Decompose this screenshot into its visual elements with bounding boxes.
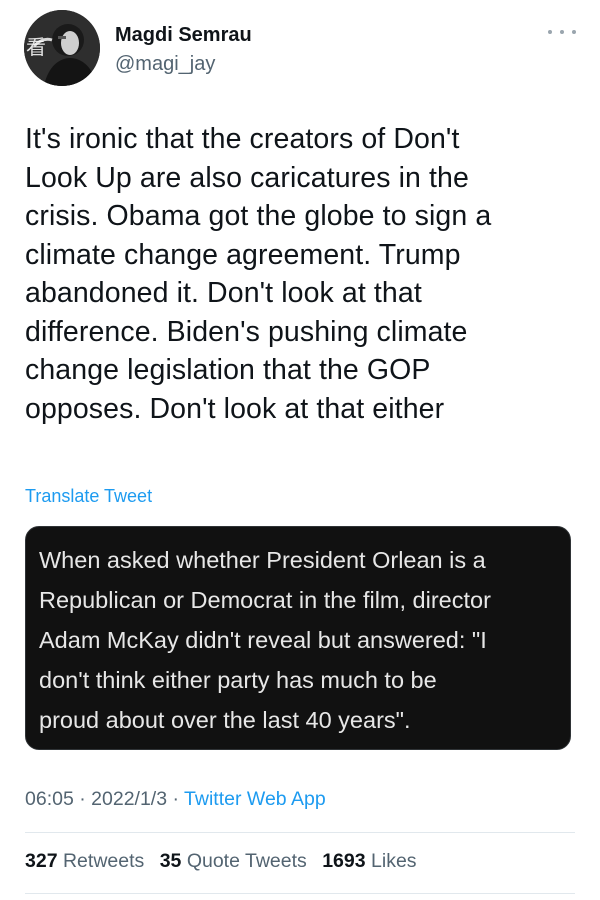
translate-tweet-link[interactable]: Translate Tweet xyxy=(25,486,152,507)
attached-image[interactable]: When asked whether President Orlean is a… xyxy=(25,526,571,750)
likes-label: Likes xyxy=(371,850,417,872)
tweet-text-line: crisis. Obama got the globe to sign a xyxy=(25,200,492,232)
tweet-text-line: Look Up are also caricatures in the xyxy=(25,161,469,194)
more-horizontal-icon[interactable] xyxy=(548,22,576,42)
profile-photo-icon: 看 xyxy=(24,10,100,86)
author-name[interactable]: Magdi Semrau xyxy=(115,24,252,47)
divider xyxy=(25,893,575,894)
tweet-text-line: abandoned it. Don't look at that xyxy=(25,277,422,309)
quote-tweets-stat[interactable]: 35 Quote Tweets xyxy=(160,850,307,872)
tweet-meta: 06:05 · 2022/1/3 · Twitter Web App xyxy=(25,788,326,811)
image-text-line: proud about over the last 40 years". xyxy=(39,707,411,733)
image-text-line: don't think either party has much to be xyxy=(39,667,437,693)
dot xyxy=(560,30,564,34)
quote-tweets-count: 35 xyxy=(159,850,182,872)
author-handle[interactable]: @magi_jay xyxy=(115,53,215,76)
retweets-stat[interactable]: 327 Retweets xyxy=(25,850,144,872)
dot xyxy=(572,30,576,34)
tweet-text-line: difference. Biden's pushing climate xyxy=(25,315,468,348)
image-text-line: Adam McKay didn't reveal but answered: "… xyxy=(39,627,487,653)
image-text-line: When asked whether President Orlean is a xyxy=(39,547,486,573)
likes-stat[interactable]: 1693 Likes xyxy=(322,850,416,872)
divider xyxy=(25,832,575,833)
tweet-stats: 327 Retweets 35 Quote Tweets 1693 Likes xyxy=(25,850,417,873)
tweet-text-line: change legislation that the GOP xyxy=(25,354,431,386)
dot xyxy=(548,30,552,34)
tweet-time[interactable]: 06:05 xyxy=(25,788,74,810)
tweet-text: It's ironic that the creators of Don't L… xyxy=(25,120,575,428)
retweets-label: Retweets xyxy=(62,850,145,872)
meta-separator: · xyxy=(73,788,92,810)
tweet-date[interactable]: 2022/1/3 xyxy=(91,788,167,810)
source-app-link[interactable]: Twitter Web App xyxy=(184,788,326,810)
likes-count: 1693 xyxy=(322,850,366,872)
image-text-line: Republican or Democrat in the film, dire… xyxy=(39,587,491,613)
tweet-text-line: opposes. Don't look at that either xyxy=(25,392,445,425)
tweet-text-line: It's ironic that the creators of Don't xyxy=(25,123,460,155)
image-text: When asked whether President Orlean is a… xyxy=(39,540,559,740)
retweets-count: 327 xyxy=(25,850,58,872)
tweet-header: 看 Magdi Semrau @magi_jay xyxy=(24,10,576,86)
avatar[interactable]: 看 xyxy=(24,10,100,86)
tweet-text-line: climate change agreement. Trump xyxy=(25,238,461,271)
quote-tweets-label: Quote Tweets xyxy=(186,850,307,872)
avatar-watermark: 看 xyxy=(26,35,46,59)
meta-separator: · xyxy=(167,788,185,810)
